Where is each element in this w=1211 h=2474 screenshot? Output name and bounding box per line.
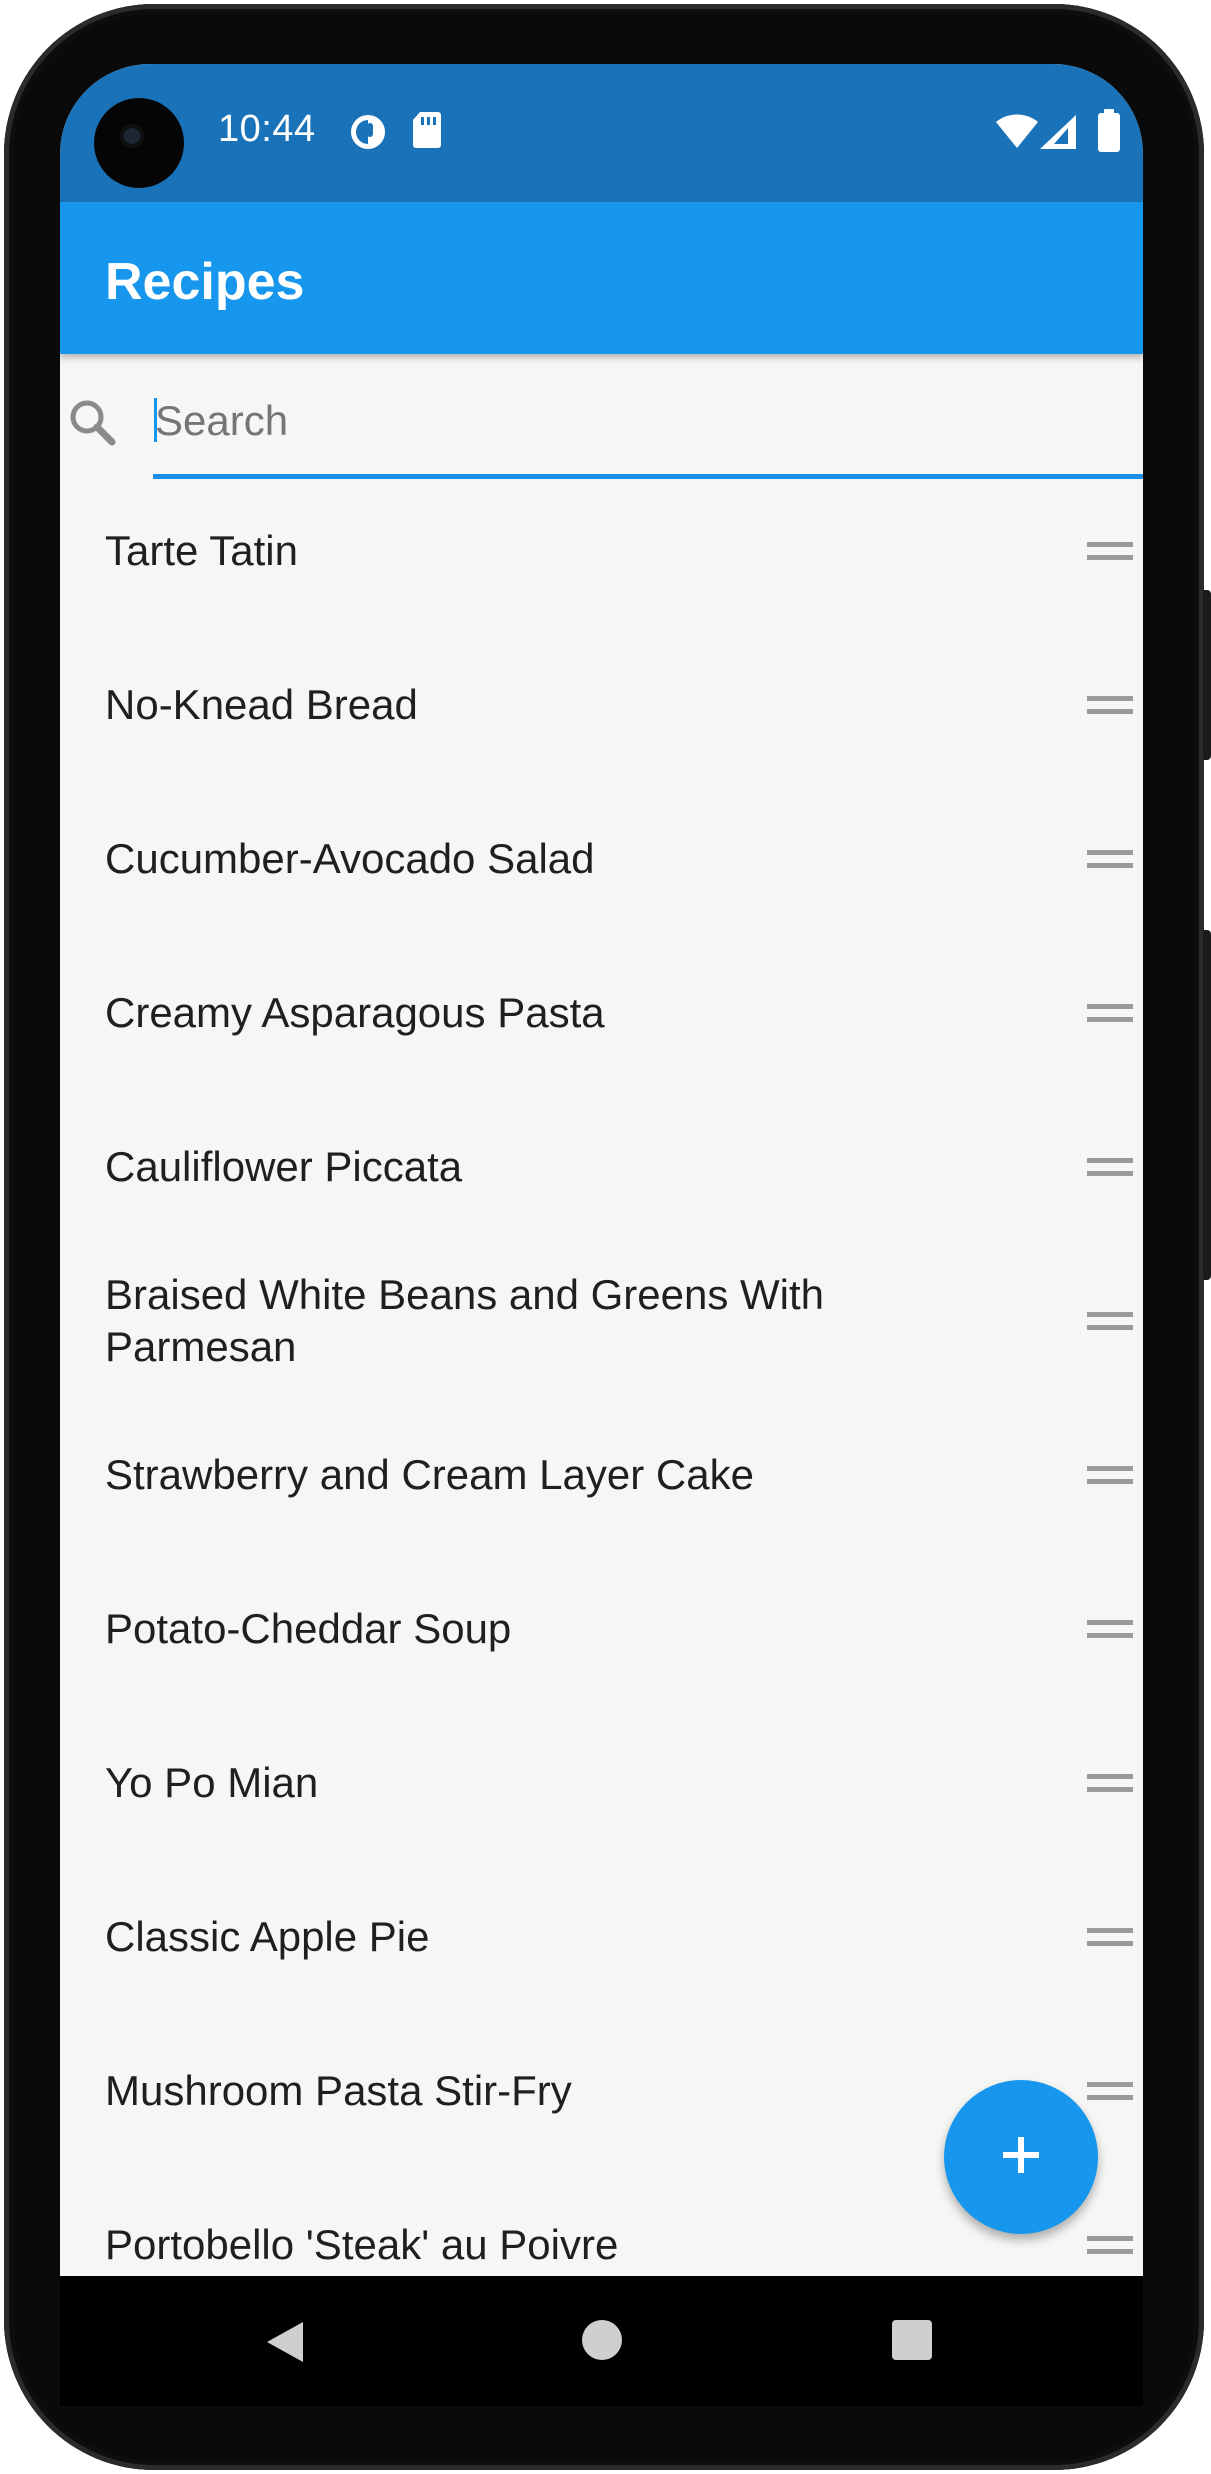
list-item[interactable]: Yo Po Mian [60,1706,1143,1860]
power-button [1203,930,1211,1280]
drag-handle-icon[interactable] [1087,542,1133,560]
drag-handle-icon[interactable] [1087,1466,1133,1484]
recipe-title: Portobello 'Steak' au Poivre [105,2221,619,2268]
recipe-title: Potato-Cheddar Soup [105,1605,512,1652]
recipe-title: Braised White Beans and Greens With Parm… [105,1271,825,1370]
wifi-icon [995,114,1039,155]
drag-handle-icon[interactable] [1087,1004,1133,1022]
recipe-title: Creamy Asparagous Pasta [105,989,605,1036]
volume-button [1203,590,1211,760]
page-title: Recipes [105,253,305,311]
drag-handle-icon[interactable] [1087,850,1133,868]
recipe-title: Cauliflower Piccata [105,1143,463,1190]
list-item[interactable]: Braised White Beans and Greens With Parm… [60,1244,1143,1398]
back-icon[interactable] [265,2320,305,2369]
app-screen: 10:44 Recipes Tarte Tatin [60,64,1143,2276]
drag-handle-icon[interactable] [1087,1312,1133,1330]
drag-handle-icon[interactable] [1087,1158,1133,1176]
list-item[interactable]: Cauliflower Piccata [60,1090,1143,1244]
recents-icon[interactable] [892,2320,932,2360]
recipe-title: Tarte Tatin [105,527,298,574]
status-bar: 10:44 [60,64,1143,202]
recipe-title: Mushroom Pasta Stir-Fry [105,2067,572,2114]
recipe-title: Cucumber-Avocado Salad [105,835,595,882]
recipe-title: Strawberry and Cream Layer Cake [105,1451,754,1498]
list-item[interactable]: Strawberry and Cream Layer Cake [60,1398,1143,1552]
list-item[interactable]: No-Knead Bread [60,628,1143,782]
list-item[interactable]: Cucumber-Avocado Salad [60,782,1143,936]
plus-icon [999,2133,1043,2182]
drag-handle-icon[interactable] [1087,2082,1133,2100]
drag-handle-icon[interactable] [1087,1620,1133,1638]
status-time: 10:44 [218,108,316,150]
navigation-bar [60,2276,1143,2406]
search-bar [60,354,1143,484]
search-input[interactable] [153,390,1143,452]
recipe-title: Classic Apple Pie [105,1913,430,1960]
signal-icon [1038,114,1078,155]
drag-handle-icon[interactable] [1087,1928,1133,1946]
text-cursor [154,398,157,442]
list-item[interactable]: Potato-Cheddar Soup [60,1552,1143,1706]
home-icon[interactable] [582,2320,622,2360]
battery-icon [1097,109,1121,158]
recipe-title: No-Knead Bread [105,681,418,728]
recipe-title: Yo Po Mian [105,1759,319,1806]
drag-handle-icon[interactable] [1087,2236,1133,2254]
front-camera [94,98,184,188]
add-recipe-button[interactable] [944,2080,1098,2234]
drag-handle-icon[interactable] [1087,696,1133,714]
list-item[interactable]: Classic Apple Pie [60,1860,1143,2014]
sync-icon [348,112,388,157]
list-item[interactable]: Tarte Tatin [60,474,1143,628]
sd-card-icon [412,110,442,155]
search-icon [66,396,118,453]
app-bar: Recipes [60,202,1143,354]
list-item[interactable]: Creamy Asparagous Pasta [60,936,1143,1090]
drag-handle-icon[interactable] [1087,1774,1133,1792]
